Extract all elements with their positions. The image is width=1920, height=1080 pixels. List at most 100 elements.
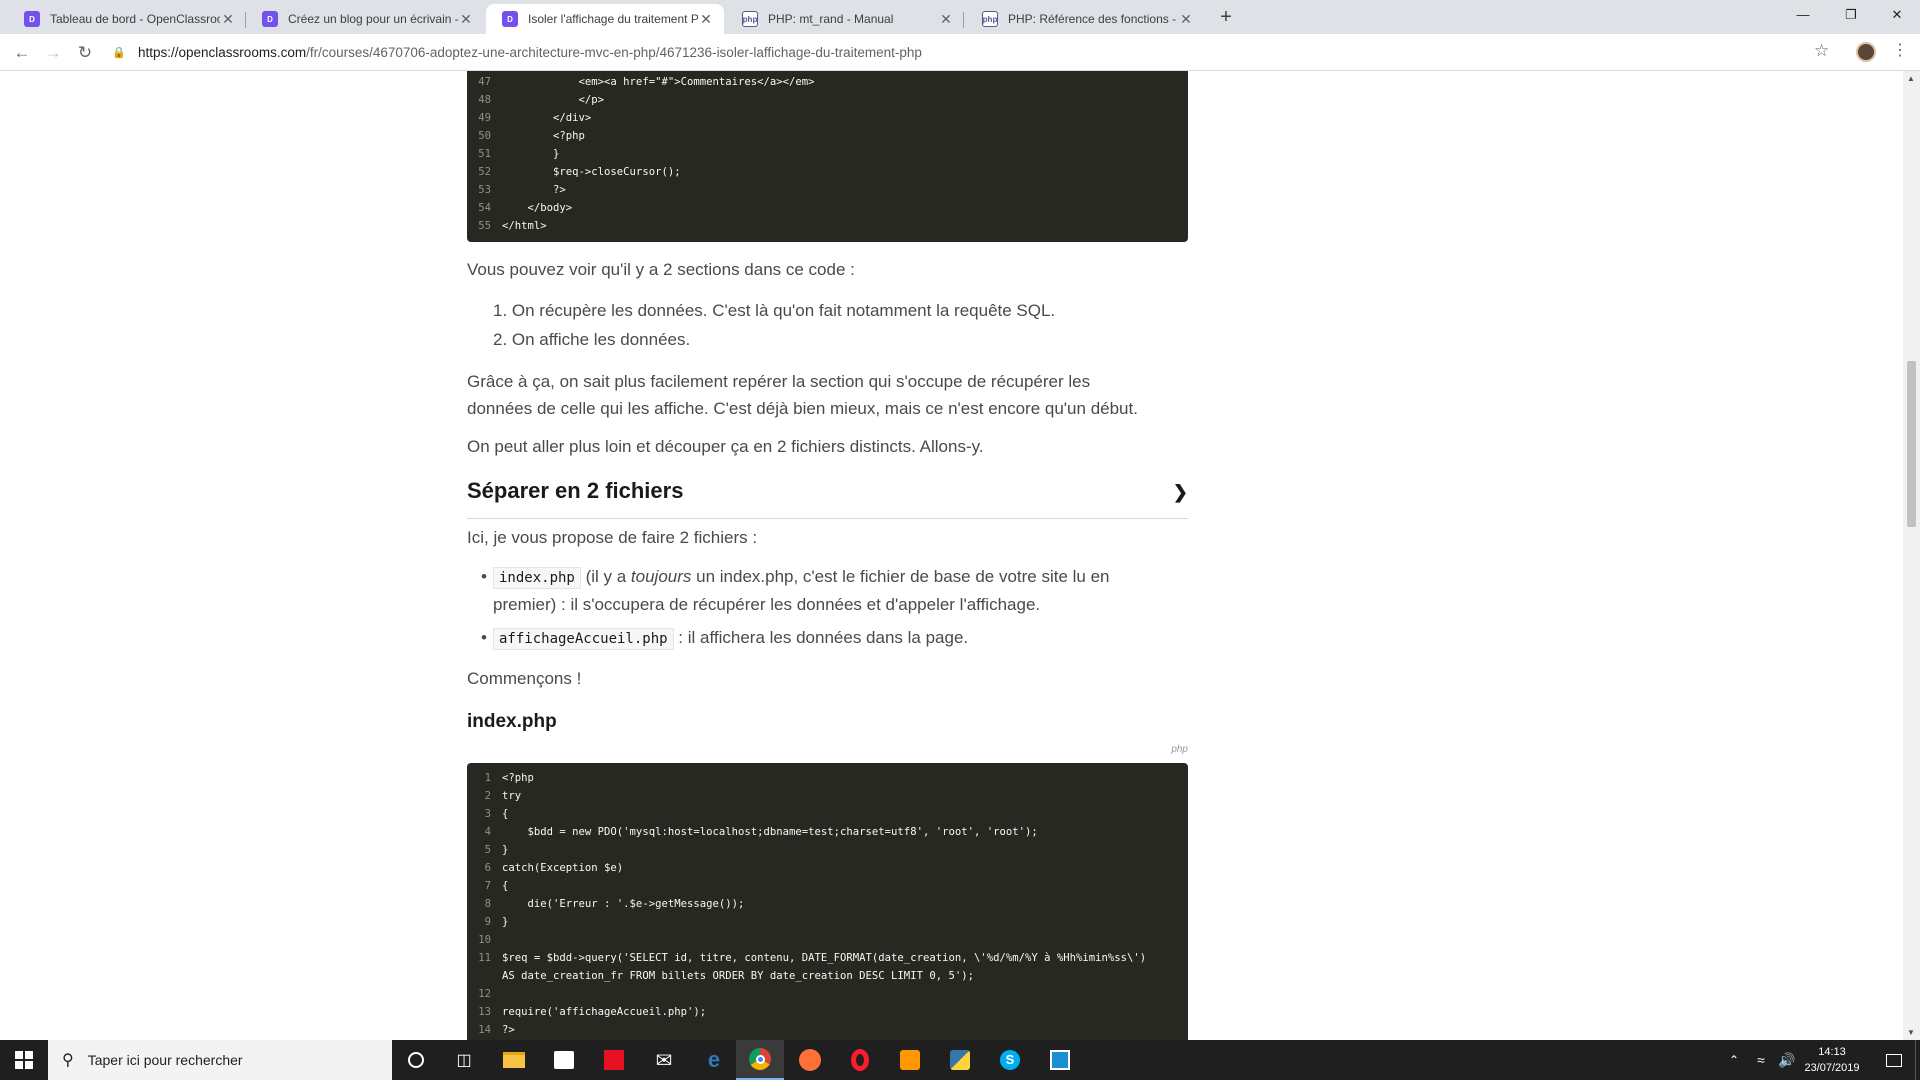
code-block-index-php: 1 <?php 2 try 3{4 $bdd = new PDO('mysql:host… xyxy=(467,763,1188,1040)
code-line: 9} xyxy=(467,913,1188,931)
taskbar-search-input[interactable]: ⚲ Taper ici pour rechercher xyxy=(48,1040,392,1080)
browser-toolbar: ← → ↻ 🔒 https://openclassrooms.com/fr/co… xyxy=(0,34,1920,71)
line-number: 53 xyxy=(478,184,491,196)
sublime-text-icon[interactable] xyxy=(886,1040,934,1080)
code-line: 14 ?> xyxy=(467,1021,1188,1039)
code-text: try xyxy=(502,790,522,802)
forward-arrow-icon[interactable]: → xyxy=(41,41,65,65)
scrollbar-thumb[interactable] xyxy=(1907,361,1916,527)
code-text: <?php xyxy=(502,130,585,142)
reload-icon[interactable]: ↻ xyxy=(73,41,97,65)
files-list: • index.php (il y a toujours un index.ph… xyxy=(481,563,1173,652)
code-line: 8 die('Erreur : '.$e->getMessage()); xyxy=(467,895,1188,913)
paragraph-intro: Vous pouvez voir qu'il y a 2 sections da… xyxy=(467,260,855,279)
line-number: 10 xyxy=(478,934,491,946)
code-line: 51 } xyxy=(467,145,1188,163)
scrollbar[interactable]: ▲ ▼ xyxy=(1903,71,1920,1040)
tab-title: Isoler l'affichage du traitement PHP xyxy=(528,12,698,26)
list-item: • affichageAccueil.php : il affichera le… xyxy=(481,624,1173,652)
code-text: </div> xyxy=(502,112,592,124)
task-view-icon[interactable]: ◫ xyxy=(440,1040,488,1080)
close-icon[interactable]: ✕ xyxy=(220,11,236,28)
list-item: 2. On affiche les données. xyxy=(493,330,691,349)
windows-start-button[interactable] xyxy=(0,1040,48,1080)
line-number: 8 xyxy=(484,898,491,910)
paragraph-aller-plus-loin: On peut aller plus loin et découper ça e… xyxy=(467,437,984,456)
code-text: </body> xyxy=(502,202,573,214)
code-line: 13 require('affichageAccueil.php'); xyxy=(467,1003,1188,1021)
new-tab-button[interactable]: + xyxy=(1214,6,1238,30)
code-text: </html> xyxy=(502,220,547,232)
close-window-button[interactable]: ✕ xyxy=(1874,0,1920,30)
line-number: 48 xyxy=(478,94,491,106)
back-arrow-icon[interactable]: ← xyxy=(10,41,34,65)
app-icon[interactable] xyxy=(1036,1040,1084,1080)
line-number: 3 xyxy=(484,808,491,820)
edge-icon[interactable]: e xyxy=(690,1040,738,1080)
bookmark-star-icon[interactable]: ☆ xyxy=(1814,41,1829,61)
store-icon[interactable] xyxy=(540,1040,588,1080)
python-icon[interactable] xyxy=(936,1040,984,1080)
line-number: 14 xyxy=(478,1024,491,1036)
code-line: 52 $req->closeCursor(); xyxy=(467,163,1188,181)
section-heading[interactable]: Séparer en 2 fichiers ❯ xyxy=(467,478,1188,519)
tab-php-mt-rand[interactable]: php PHP: mt_rand - Manual ✕ xyxy=(726,4,964,34)
skype-icon[interactable]: S xyxy=(986,1040,1034,1080)
code-text: <?php xyxy=(502,772,534,784)
address-bar[interactable]: 🔒 https://openclassrooms.com/fr/courses/… xyxy=(104,38,1844,67)
code-text: <em><a href="#">Commentaires</a></em> xyxy=(502,76,815,88)
code-text: ?> xyxy=(502,1024,515,1036)
page-content: 47 <em><a href="#">Commentaires</a></em>… xyxy=(0,71,1920,1040)
notifications-icon[interactable] xyxy=(1870,1040,1918,1080)
list-item: • index.php (il y a toujours un index.ph… xyxy=(481,563,1173,591)
show-desktop-button[interactable] xyxy=(1915,1040,1920,1080)
code-line: 3{ xyxy=(467,805,1188,823)
code-language-label: php xyxy=(1171,744,1188,755)
code-line: 1 <?php xyxy=(467,769,1188,787)
tab-blog-ecrivain[interactable]: D Créez un blog pour un écrivain - ✕ xyxy=(246,4,484,34)
restore-button[interactable]: ❐ xyxy=(1828,0,1874,30)
subheading-index-php: index.php xyxy=(467,711,557,732)
line-number: 1 xyxy=(484,772,491,784)
line-number: 4 xyxy=(484,826,491,838)
network-icon[interactable]: ≈ xyxy=(1748,1040,1774,1080)
code-line: 48 </p> xyxy=(467,91,1188,109)
clock[interactable]: 14:13 23/07/2019 xyxy=(1796,1044,1868,1076)
gift-icon[interactable] xyxy=(590,1040,638,1080)
code-line: 4 $bdd = new PDO('mysql:host=localhost;d… xyxy=(467,823,1188,841)
tab-title: PHP: mt_rand - Manual xyxy=(768,12,894,26)
chrome-icon[interactable] xyxy=(736,1040,784,1080)
minimize-button[interactable]: — xyxy=(1780,0,1826,30)
line-number: 52 xyxy=(478,166,491,178)
code-text: } xyxy=(502,844,509,856)
url-text: https://openclassrooms.com/fr/courses/46… xyxy=(138,45,922,60)
code-line: 6 catch(Exception $e) xyxy=(467,859,1188,877)
code-text: } xyxy=(502,916,509,928)
profile-avatar[interactable] xyxy=(1856,42,1876,62)
code-line: 53 ?> xyxy=(467,181,1188,199)
chevron-up-icon[interactable]: ⌃ xyxy=(1722,1040,1746,1080)
opera-icon[interactable] xyxy=(836,1040,884,1080)
paragraph-ici: Ici, je vous propose de faire 2 fichiers… xyxy=(467,528,758,547)
file-explorer-icon[interactable] xyxy=(490,1040,538,1080)
line-number: 50 xyxy=(478,130,491,142)
code-text: { xyxy=(502,880,509,892)
close-icon[interactable]: ✕ xyxy=(938,11,954,28)
close-icon[interactable]: ✕ xyxy=(698,11,714,28)
tab-isoler-affichage[interactable]: D Isoler l'affichage du traitement PHP ✕ xyxy=(486,4,724,34)
code-text: } xyxy=(502,148,560,160)
code-text: $req = $bdd->query('SELECT id, titre, co… xyxy=(502,952,1147,964)
code-line: 11 $req = $bdd->query('SELECT id, titre, … xyxy=(467,949,1188,967)
close-icon[interactable]: ✕ xyxy=(1178,11,1194,28)
firefox-icon[interactable] xyxy=(786,1040,834,1080)
tab-php-reference[interactable]: php PHP: Référence des fonctions - M ✕ xyxy=(966,4,1204,34)
tab-openclassrooms-dashboard[interactable]: D Tableau de bord - OpenClassrooms ✕ xyxy=(8,4,246,34)
mail-icon[interactable]: ✉ xyxy=(640,1040,688,1080)
close-icon[interactable]: ✕ xyxy=(458,11,474,28)
code-line: 7{ xyxy=(467,877,1188,895)
openclassrooms-icon: D xyxy=(24,11,40,27)
menu-dots-icon[interactable]: ⋮ xyxy=(1892,40,1908,60)
cortana-icon[interactable] xyxy=(392,1040,440,1080)
chevron-down-icon[interactable]: ❯ xyxy=(1173,482,1188,503)
line-number: 47 xyxy=(478,76,491,88)
